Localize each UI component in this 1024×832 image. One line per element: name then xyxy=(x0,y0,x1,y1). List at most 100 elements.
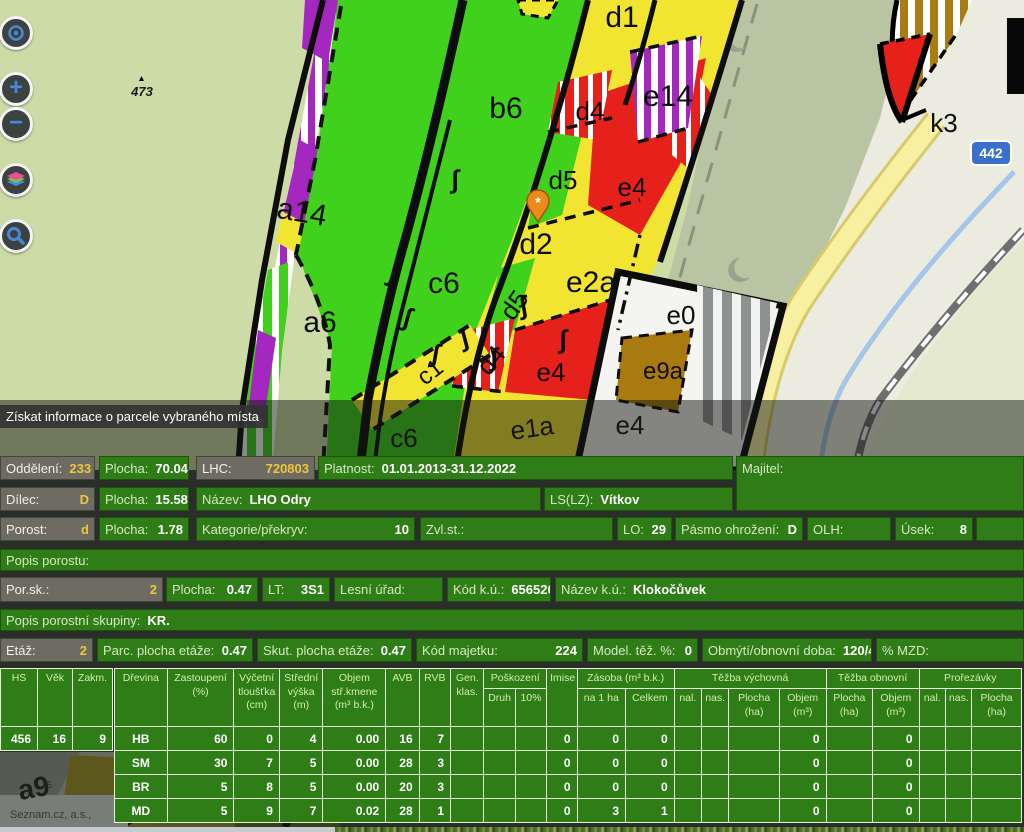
table-cell: 20 xyxy=(386,775,419,799)
group-header-tezba-obnovni: Těžba obnovní xyxy=(826,669,919,689)
table-cell: 0 xyxy=(626,751,675,775)
table-cell xyxy=(515,799,546,823)
zoom-in-button[interactable]: + xyxy=(0,72,33,106)
table-cell xyxy=(701,751,728,775)
table-cell: 0 xyxy=(577,727,626,751)
table-cell: 0 xyxy=(779,775,826,799)
table-cell: 0 xyxy=(547,751,577,775)
sub-header-tv-nas: nas. xyxy=(701,689,728,727)
layers-icon xyxy=(5,169,27,191)
group-header-prorezavky: Prořezávky xyxy=(919,669,1021,689)
sub-header-10pct: 10% xyxy=(515,689,546,727)
table-cell: 456 xyxy=(1,727,38,751)
table-row: BR5850.0020300000 xyxy=(115,775,1022,799)
road-shield-label: 442 xyxy=(979,145,1003,161)
table-cell xyxy=(701,727,728,751)
parcel-label-d4-top: d4 xyxy=(576,96,605,126)
table-cell: 0 xyxy=(873,775,920,799)
field-etaz: Etáž:2 xyxy=(0,638,93,662)
table-cell: 3 xyxy=(577,799,626,823)
parcel-label-e4-mid: e4 xyxy=(537,357,566,387)
parcel-label-k3: k3 xyxy=(930,108,957,138)
table-cell xyxy=(826,727,873,751)
table-cell xyxy=(515,727,546,751)
field-dilec: Dílec:D xyxy=(0,487,95,511)
table-cell: 0.00 xyxy=(323,775,386,799)
sub-header-tv-plocha: Plocha (ha) xyxy=(729,689,780,727)
table-cell xyxy=(451,727,484,751)
field-nazev: Název:LHO Odry xyxy=(196,487,541,511)
table-cell: 3 xyxy=(419,775,450,799)
table-cell: 0 xyxy=(779,799,826,823)
table-cell: 0 xyxy=(577,751,626,775)
table-cell: 9 xyxy=(234,799,280,823)
sub-header-na1ha: na 1 ha xyxy=(577,689,626,727)
field-lo: LO:29 xyxy=(617,517,672,541)
parcel-label-d5-top: d5 xyxy=(549,165,578,195)
field-plocha-dilec: Plocha:15.58 xyxy=(99,487,189,511)
field-model-tez: Model. těž. %:0 xyxy=(587,638,698,662)
table-cell: 0 xyxy=(626,727,675,751)
table-cell xyxy=(945,727,971,751)
stand-summary-table: HS Věk Zakm. 456 16 9 xyxy=(0,668,113,751)
minus-icon: − xyxy=(9,111,23,135)
table-cell xyxy=(515,775,546,799)
table-cell xyxy=(484,727,515,751)
table-cell xyxy=(451,775,484,799)
field-porsk: Por.sk.:2 xyxy=(0,577,163,602)
table-cell: 5 xyxy=(279,751,323,775)
col-header-drevina: Dřevina xyxy=(115,669,168,727)
table-cell: 0 xyxy=(626,775,675,799)
search-icon xyxy=(5,225,27,247)
layers-button[interactable] xyxy=(0,163,33,197)
main-table-body: HB60040.0016700000SM30750.0028300000BR58… xyxy=(115,727,1022,823)
table-cell: MD xyxy=(115,799,168,823)
field-plocha-porsk: Plocha:0.47 xyxy=(166,577,258,602)
table-cell: 0 xyxy=(547,727,577,751)
field-zvlst: Zvl.st.: xyxy=(420,517,613,541)
locate-icon xyxy=(5,22,27,44)
table-cell: 28 xyxy=(386,799,419,823)
field-nazev-ku: Název k.ú.:Klokočůvek xyxy=(555,577,1024,602)
col-header-imise: Imise xyxy=(547,669,577,727)
field-obmyti: Obmýtí/obnovní doba:120/40 xyxy=(702,638,872,662)
table-cell xyxy=(919,727,945,751)
col-header-vycetni: Výčetní tloušťka (cm) xyxy=(234,669,280,727)
sub-header-pr-nas: nas. xyxy=(945,689,971,727)
parcel-label-a6: a6 xyxy=(303,306,336,339)
table-cell: 1 xyxy=(419,799,450,823)
search-button[interactable] xyxy=(0,219,33,253)
group-header-tezba-vychovna: Těžba výchovná xyxy=(674,669,826,689)
field-platnost: Platnost:01.01.2013-31.12.2022 xyxy=(318,456,733,480)
locate-button[interactable] xyxy=(0,16,33,50)
field-lt: LT:3S1 xyxy=(262,577,330,602)
col-header-hs: HS xyxy=(1,669,38,727)
field-parc-plocha: Parc. plocha etáže:0.47 xyxy=(97,638,253,662)
table-cell xyxy=(729,751,780,775)
table-cell: 16 xyxy=(386,727,419,751)
parcel-label-e0: e0 xyxy=(667,300,696,330)
table-cell xyxy=(674,775,701,799)
field-kategorie: Kategorie/překryv:10 xyxy=(196,517,415,541)
col-header-zastoupeni: Zastoupení (%) xyxy=(167,669,234,727)
table-cell: BR xyxy=(115,775,168,799)
col-header-rvb: RVB xyxy=(419,669,450,727)
field-oddeleni: Oddělení:233 xyxy=(0,456,95,480)
bottom-strip xyxy=(0,827,1024,832)
parcel-label-e2a: e2a xyxy=(566,266,616,299)
table-cell: 0 xyxy=(873,727,920,751)
table-cell: 5 xyxy=(279,775,323,799)
road-shield-442: 442 xyxy=(971,141,1011,165)
col-header-vek: Věk xyxy=(38,669,73,727)
col-header-avb: AVB xyxy=(386,669,419,727)
table-cell xyxy=(972,751,1022,775)
group-header-poskozeni: Poškození xyxy=(484,669,547,689)
table-row: 456 16 9 xyxy=(1,727,113,751)
panel-title: Získat informace o parcele vybraného mís… xyxy=(0,405,268,428)
parcel-label-b6: b6 xyxy=(489,92,522,125)
zoom-out-button[interactable]: − xyxy=(0,107,33,141)
table-cell xyxy=(484,799,515,823)
table-cell xyxy=(729,727,780,751)
sub-header-pr-nal: nal. xyxy=(919,689,945,727)
field-porost: Porost:d xyxy=(0,517,95,541)
